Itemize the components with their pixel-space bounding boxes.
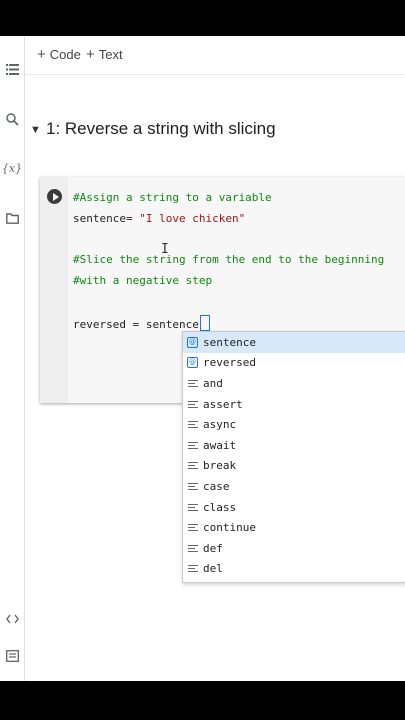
autocomplete-item-label: reversed: [203, 356, 256, 370]
variable-icon: @: [187, 357, 198, 369]
colab-notebook: {x} + Code + Text ▼ 1: Reverse a string …: [0, 36, 405, 681]
autocomplete-item-label: continue: [203, 521, 256, 535]
autocomplete-item-label: await: [203, 438, 237, 452]
terminal-icon[interactable]: [4, 648, 20, 664]
autocomplete-item-label: def: [203, 541, 223, 555]
code-line-assign: sentence= "I love chicken": [73, 212, 245, 225]
collapse-caret-icon[interactable]: ▼: [30, 124, 41, 136]
add-text-button[interactable]: + Text: [86, 46, 123, 63]
add-text-label: Text: [98, 47, 123, 62]
toolbar-divider: [24, 74, 405, 75]
autocomplete-item[interactable]: @ sentence: [183, 332, 405, 353]
variables-icon[interactable]: {x}: [2, 160, 22, 176]
autocomplete-item-label: break: [203, 459, 237, 473]
add-code-label: Code: [49, 47, 81, 62]
code-text: reversed = sentence: [73, 318, 199, 331]
keyword-icon: [187, 522, 198, 533]
keyword-icon: [187, 481, 198, 492]
section-heading: 1: Reverse a string with slicing: [46, 119, 276, 138]
text-cursor: [199, 315, 210, 331]
search-icon[interactable]: [4, 111, 20, 127]
list-icon[interactable]: [4, 61, 20, 77]
run-cell-button[interactable]: [47, 189, 62, 204]
autocomplete-item[interactable]: def: [183, 538, 405, 559]
autocomplete-item-label: class: [203, 500, 237, 514]
keyword-icon: [187, 563, 198, 574]
autocomplete-item[interactable]: @ reversed: [183, 353, 405, 374]
autocomplete-item-label: case: [203, 479, 230, 493]
autocomplete-item[interactable]: class: [183, 497, 405, 518]
autocomplete-item[interactable]: assert: [183, 394, 405, 415]
keyword-icon: [187, 440, 198, 451]
autocomplete-item-label: del: [203, 562, 223, 576]
code-line-comment: #with a negative step: [73, 274, 213, 287]
keyword-icon: [187, 399, 198, 410]
plus-icon: +: [37, 46, 46, 63]
folder-icon[interactable]: [4, 210, 20, 226]
left-sidebar: {x}: [0, 36, 25, 681]
autocomplete-item-label: sentence: [203, 335, 256, 349]
keyword-icon: [187, 502, 198, 513]
keyword-icon: [187, 378, 198, 389]
autocomplete-item[interactable]: del: [183, 559, 405, 580]
code-line-slice: reversed = sentence: [73, 315, 210, 331]
mouse-ibeam-cursor: I: [161, 242, 169, 257]
autocomplete-item[interactable]: case: [183, 476, 405, 497]
autocomplete-dropdown[interactable]: @ sentence @ reversed and assert async await bre…: [182, 331, 405, 583]
autocomplete-item[interactable]: await: [183, 435, 405, 456]
plus-icon: +: [86, 46, 95, 63]
autocomplete-item[interactable]: continue: [183, 517, 405, 538]
code-string-literal: "I love chicken": [139, 212, 246, 225]
autocomplete-item[interactable]: and: [183, 373, 405, 394]
variable-icon: @: [187, 336, 198, 348]
autocomplete-item-label: async: [203, 418, 237, 432]
autocomplete-item[interactable]: async: [183, 414, 405, 435]
keyword-icon: [187, 543, 198, 554]
code-variable-text: sentence=: [73, 212, 140, 225]
autocomplete-item-label: assert: [203, 397, 243, 411]
cell-gutter: [40, 177, 68, 403]
code-line-comment: #Slice the string from the end to the be…: [73, 253, 385, 266]
code-line-comment: #Assign a string to a variable: [73, 191, 272, 204]
keyword-icon: [187, 460, 198, 471]
keyword-icon: [187, 419, 198, 430]
autocomplete-item-label: and: [203, 376, 223, 390]
add-code-button[interactable]: + Code: [37, 46, 81, 63]
autocomplete-item[interactable]: break: [183, 456, 405, 477]
code-brackets-icon[interactable]: [4, 611, 20, 627]
